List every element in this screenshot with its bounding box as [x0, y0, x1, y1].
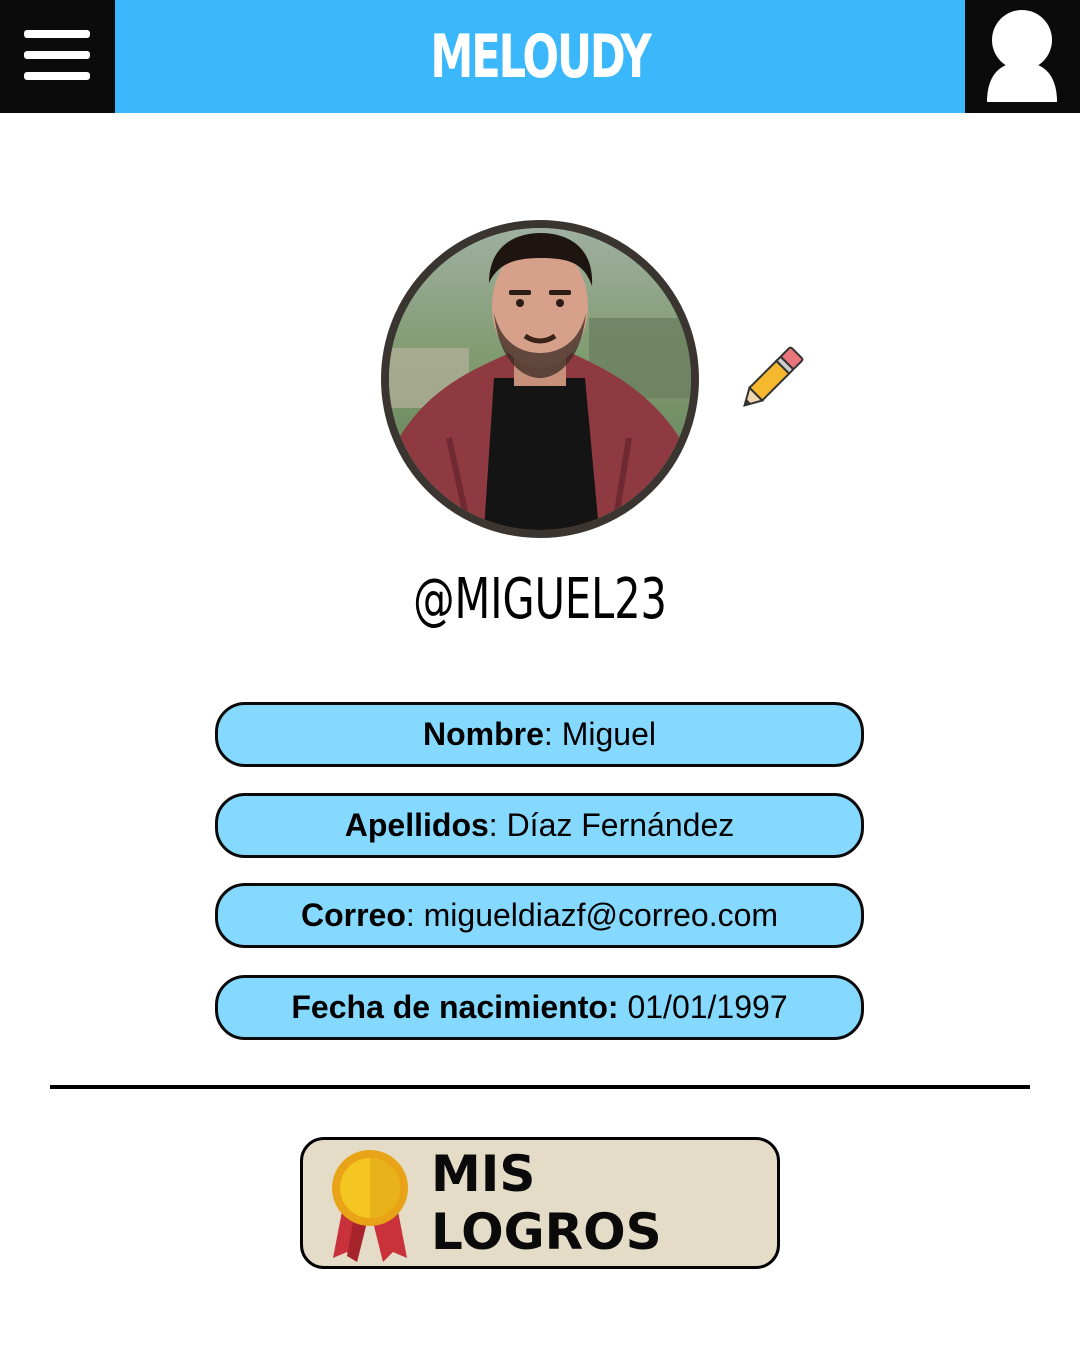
field-label: Fecha de nacimiento: [291, 989, 619, 1025]
field-apellidos: Apellidos: Díaz Fernández [215, 793, 864, 858]
field-value: migueldiazf@correo.com [414, 897, 779, 933]
field-separator: : [543, 716, 553, 752]
field-separator: : [405, 897, 415, 933]
field-separator: : [488, 807, 498, 843]
app-title: MELOUDY [430, 21, 651, 92]
medal-icon [332, 1150, 408, 1262]
field-label: Nombre [423, 716, 544, 752]
field-label: Apellidos [344, 807, 489, 843]
field-correo: Correo: migueldiazf@correo.com [215, 883, 864, 948]
app-header: MELOUDY [0, 0, 1080, 113]
field-label: Correo [300, 897, 406, 933]
field-fecha-nacimiento: Fecha de nacimiento: 01/01/1997 [215, 975, 864, 1040]
username: @MIGUEL23 [413, 567, 667, 632]
field-nombre: Nombre: Miguel [215, 702, 864, 767]
divider [50, 1085, 1030, 1089]
user-icon [987, 10, 1057, 102]
edit-profile-button[interactable] [730, 340, 810, 420]
profile-photo [381, 220, 699, 538]
achievements-button[interactable]: MIS LOGROS [300, 1137, 780, 1269]
menu-button[interactable] [0, 0, 115, 113]
field-value: 01/01/1997 [618, 989, 788, 1025]
field-value: Díaz Fernández [497, 807, 735, 843]
achievements-label: MIS LOGROS [431, 1145, 662, 1261]
profile-button[interactable] [965, 0, 1080, 113]
field-value: Miguel [552, 716, 656, 752]
pencil-icon [743, 346, 804, 407]
